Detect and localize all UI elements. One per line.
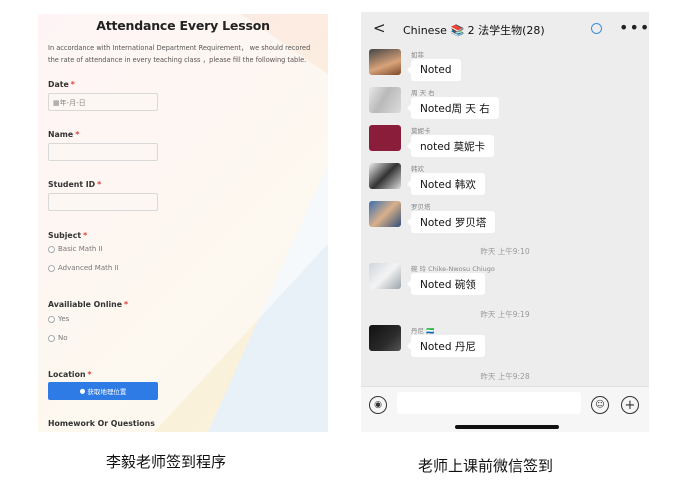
- chat-title: Chinese 📚 2 法学生物(28): [403, 24, 545, 37]
- subject-option-basic[interactable]: Basic Math II: [48, 245, 103, 253]
- plus-icon[interactable]: +: [621, 396, 639, 414]
- online-option-yes[interactable]: Yes: [48, 315, 69, 323]
- radio-icon: [48, 334, 55, 342]
- chat-message: 碗 玲 Chike-Nwosu Chiugo Noted 碗领: [369, 263, 639, 299]
- form-description: In accordance with International Departm…: [48, 44, 311, 64]
- chat-message: 韩欢 Noted 韩欢: [369, 163, 639, 199]
- chat-message: 周 天 右 Noted周 天 右: [369, 87, 639, 123]
- message-bubble[interactable]: Noted周 天 右: [407, 97, 499, 119]
- timestamp: 昨天 上午9:28: [480, 372, 530, 381]
- avatar[interactable]: [369, 163, 401, 189]
- message-bubble[interactable]: Noted 碗领: [407, 273, 485, 295]
- message-input[interactable]: [397, 392, 581, 414]
- chat-message: 莫妮卡 noted 莫妮卡: [369, 125, 639, 161]
- message-bubble[interactable]: Noted 韩欢: [407, 173, 485, 195]
- back-icon[interactable]: <: [373, 19, 386, 37]
- emoji-icon[interactable]: ☺: [591, 396, 609, 414]
- sender-name: 罗贝塔: [411, 203, 431, 211]
- avatar[interactable]: [369, 125, 401, 151]
- sender-name: 韩欢: [411, 165, 424, 173]
- sender-name: 周 天 右: [411, 89, 435, 97]
- name-field[interactable]: [48, 143, 158, 161]
- sender-name: 如菲: [411, 51, 424, 59]
- home-indicator: [455, 425, 559, 429]
- student-id-field[interactable]: [48, 193, 158, 211]
- date-label: Date *: [48, 80, 75, 89]
- right-caption: 老师上课前微信签到: [418, 457, 554, 475]
- message-bubble[interactable]: Noted: [407, 59, 461, 81]
- radio-icon: [48, 315, 55, 323]
- chat-message: 罗贝塔 Noted 罗贝塔: [369, 201, 639, 237]
- location-pin-icon: ●: [79, 387, 86, 395]
- radio-icon: [48, 264, 55, 272]
- date-field[interactable]: ▦年-月-日: [48, 93, 158, 111]
- attendance-form-screenshot: Attendance Every Lesson In accordance wi…: [38, 14, 328, 432]
- location-label: Location *: [48, 370, 92, 379]
- message-bubble[interactable]: Noted 罗贝塔: [406, 211, 496, 233]
- status-circle-icon: [591, 23, 602, 34]
- timestamp: 昨天 上午9:10: [480, 247, 530, 256]
- message-bubble[interactable]: noted 莫妮卡: [406, 135, 495, 157]
- radio-icon: [48, 245, 55, 253]
- get-location-button[interactable]: ● 获取地理位置: [48, 382, 158, 400]
- wechat-screenshot: < Chinese 📚 2 法学生物(28) ••• 如菲 Noted 周 天 …: [361, 12, 649, 432]
- homework-label: Homework Or Questions: [48, 419, 155, 428]
- chat-header: < Chinese 📚 2 法学生物(28) •••: [361, 12, 649, 45]
- left-caption: 李毅老师签到程序: [106, 453, 227, 471]
- avatar[interactable]: [369, 325, 401, 351]
- message-bubble[interactable]: Noted 丹尼: [407, 335, 485, 357]
- chat-input-bar: ◉ ☺ +: [361, 386, 649, 432]
- chat-message: 丹尼 🇸🇱 Noted 丹尼: [369, 325, 639, 361]
- sender-name: 莫妮卡: [411, 127, 431, 135]
- online-label: Availiable Online *: [48, 300, 129, 309]
- avatar[interactable]: [369, 87, 401, 113]
- sender-name: 碗 玲 Chike-Nwosu Chiugo: [411, 265, 495, 273]
- avatar[interactable]: [369, 201, 401, 227]
- form-title: Attendance Every Lesson: [96, 18, 270, 33]
- avatar[interactable]: [369, 49, 401, 75]
- more-icon[interactable]: •••: [619, 18, 649, 37]
- voice-icon[interactable]: ◉: [369, 396, 387, 414]
- timestamp: 昨天 上午9:19: [480, 310, 530, 319]
- sender-name: 丹尼 🇸🇱: [411, 327, 435, 335]
- calendar-icon: ▦: [53, 99, 60, 107]
- name-label: Name *: [48, 130, 80, 139]
- subject-option-advanced[interactable]: Advanced Math II: [48, 264, 119, 272]
- online-option-no[interactable]: No: [48, 334, 68, 342]
- chat-message: 如菲 Noted: [369, 49, 639, 85]
- subject-label: Subject *: [48, 231, 88, 240]
- avatar[interactable]: [369, 263, 401, 289]
- student-id-label: Student ID *: [48, 180, 102, 189]
